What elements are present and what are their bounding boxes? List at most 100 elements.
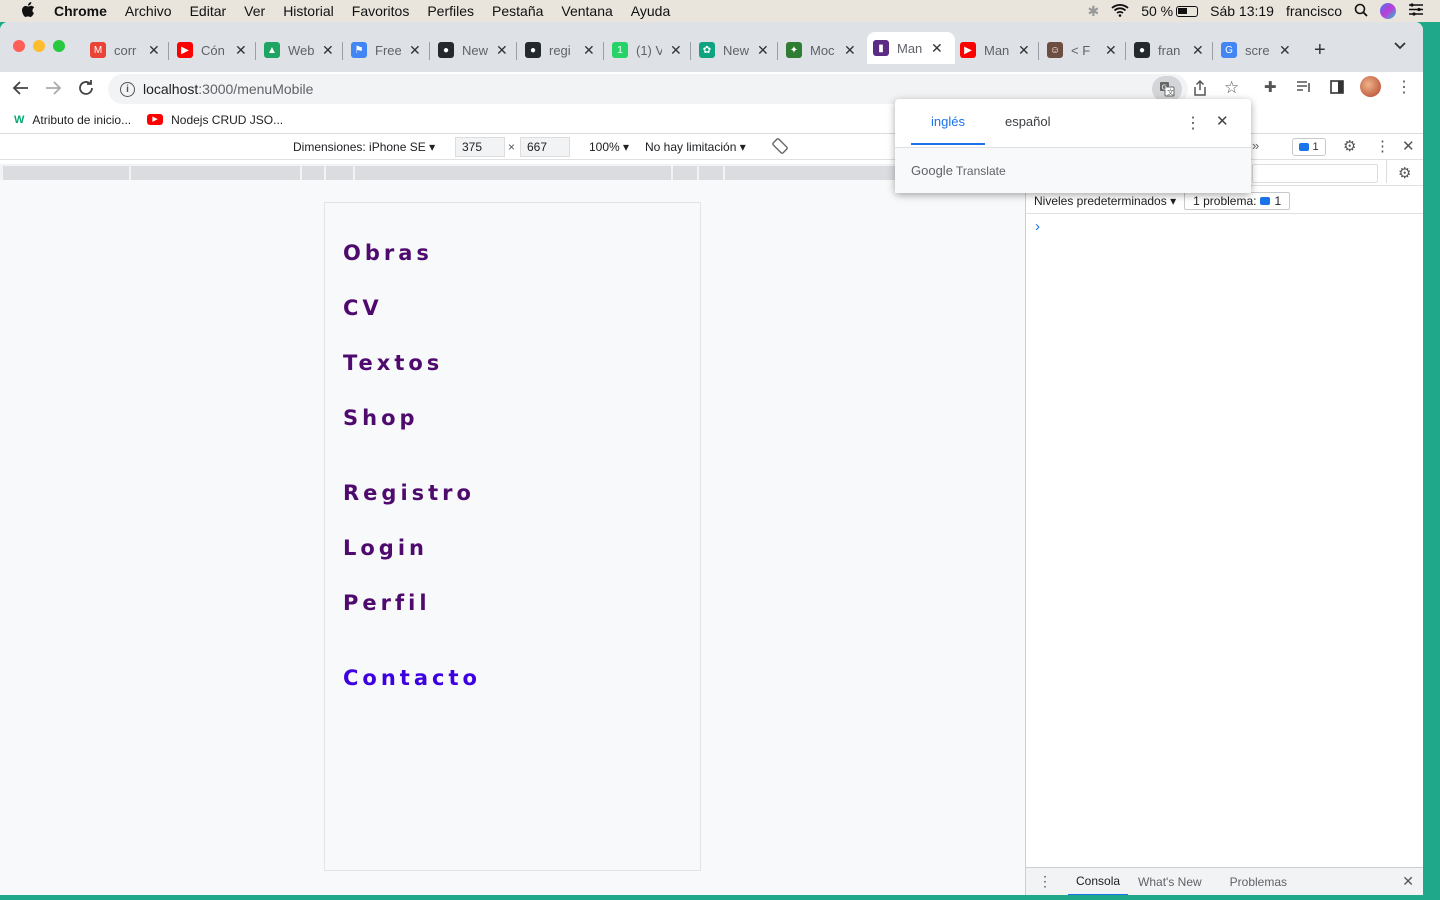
bluetooth-icon[interactable]: ✱ [1087, 3, 1099, 20]
close-window-button[interactable] [13, 40, 25, 52]
menu-perfiles[interactable]: Perfiles [427, 3, 474, 19]
browser-tab[interactable]: ✦ Moc ✕ [780, 36, 860, 64]
zoom-select[interactable]: 100% ▾ [589, 140, 629, 154]
browser-tab[interactable]: Mcorr ✕ [84, 36, 164, 64]
close-tab-icon[interactable]: ✕ [496, 42, 508, 59]
site-info-icon[interactable]: i [120, 81, 135, 97]
close-tab-icon[interactable]: ✕ [409, 42, 421, 59]
nav-link-contacto[interactable]: Contacto [343, 666, 481, 690]
nav-link-registro[interactable]: Registro [343, 481, 475, 505]
close-tab-icon[interactable]: ✕ [931, 40, 943, 57]
close-devtools-icon[interactable]: ✕ [1402, 137, 1415, 155]
drawer-menu-icon[interactable]: ⋮ [1038, 873, 1052, 890]
menu-archivo[interactable]: Archivo [125, 3, 172, 19]
apple-icon[interactable] [18, 1, 38, 21]
control-center-icon[interactable] [1408, 3, 1424, 19]
browser-tab[interactable]: ☺ < F ✕ [1041, 36, 1121, 64]
close-tab-icon[interactable]: ✕ [148, 42, 160, 59]
menu-favoritos[interactable]: Favoritos [352, 3, 410, 19]
settings-gear-icon[interactable]: ⚙ [1343, 137, 1356, 155]
close-drawer-icon[interactable]: ✕ [1402, 873, 1414, 890]
translate-tab-english[interactable]: inglés [911, 107, 985, 145]
nav-link-textos[interactable]: Textos [343, 351, 443, 375]
wifi-icon[interactable] [1111, 3, 1129, 20]
profile-avatar[interactable] [1360, 76, 1381, 97]
width-input[interactable]: 375 [455, 137, 505, 157]
side-panel-icon[interactable] [1330, 80, 1344, 94]
console-prompt[interactable]: › [1035, 218, 1040, 235]
translate-options-icon[interactable]: ⋮ [1185, 113, 1201, 133]
media-query-bar[interactable] [0, 164, 1025, 180]
browser-tab[interactable]: 1 (1) V ✕ [606, 36, 686, 64]
browser-tab[interactable]: ● regi ✕ [519, 36, 599, 64]
throttle-select[interactable]: No hay limitación ▾ [645, 140, 746, 154]
close-tab-icon[interactable]: ✕ [757, 42, 769, 59]
maximize-window-button[interactable] [53, 40, 65, 52]
close-tab-icon[interactable]: ✕ [1018, 42, 1030, 59]
browser-tab[interactable]: Gscre ✕ [1215, 36, 1295, 64]
rotate-icon[interactable] [772, 138, 788, 154]
translate-tab-spanish[interactable]: español [985, 107, 1071, 145]
spotlight-icon[interactable] [1354, 3, 1368, 20]
minimize-window-button[interactable] [33, 40, 45, 52]
device-select[interactable]: Dimensiones: iPhone SE ▾ [293, 140, 435, 154]
reload-icon[interactable] [77, 79, 95, 97]
close-tab-icon[interactable]: ✕ [235, 42, 247, 59]
filter-input[interactable] [1252, 164, 1378, 183]
clock[interactable]: Sáb 13:19 [1210, 3, 1274, 19]
console-settings-icon[interactable]: ⚙ [1398, 164, 1411, 182]
drawer-tab-console[interactable]: Consola [1068, 868, 1129, 895]
browser-tab[interactable]: ▶ Cón ✕ [171, 36, 251, 64]
drive-icon: ▲ [264, 42, 280, 58]
nav-link-shop[interactable]: Shop [343, 406, 419, 430]
problems-button[interactable]: 1 problema: 1 [1184, 191, 1291, 210]
levels-select[interactable]: Niveles predeterminados ▾ [1034, 194, 1176, 208]
new-tab-button[interactable]: + [1314, 39, 1326, 62]
browser-tab[interactable]: ▲ Web ✕ [258, 36, 338, 64]
tab-search-chevron-icon[interactable] [1394, 42, 1406, 50]
close-tab-icon[interactable]: ✕ [583, 42, 595, 59]
close-tab-icon[interactable]: ✕ [1105, 42, 1117, 59]
battery-status[interactable]: 50 % [1141, 3, 1199, 19]
user-name[interactable]: francisco [1286, 3, 1342, 19]
translate-close-icon[interactable]: ✕ [1216, 112, 1229, 130]
close-tab-icon[interactable]: ✕ [322, 42, 334, 59]
nav-link-obras[interactable]: Obras [343, 241, 433, 265]
bookmark-item[interactable]: ▶ Nodejs CRUD JSO... [147, 113, 283, 127]
nav-link-perfil[interactable]: Perfil [343, 591, 431, 615]
nav-link-cv[interactable]: CV [343, 296, 383, 320]
siri-icon[interactable] [1380, 3, 1396, 19]
menu-chrome[interactable]: Chrome [54, 3, 107, 19]
chrome-menu-icon[interactable]: ⋮ [1396, 77, 1412, 97]
issues-badge[interactable]: 1 [1292, 138, 1326, 156]
share-icon[interactable] [1193, 80, 1207, 96]
close-tab-icon[interactable]: ✕ [1192, 42, 1204, 59]
browser-tab[interactable]: ▮ Man ✕ [867, 32, 955, 64]
drawer-tab-problems[interactable]: Problemas [1230, 875, 1287, 889]
reading-list-icon[interactable] [1296, 80, 1312, 94]
back-icon[interactable] [12, 79, 30, 97]
menu-historial[interactable]: Historial [283, 3, 334, 19]
browser-tab[interactable]: ⚑ Free ✕ [345, 36, 425, 64]
close-tab-icon[interactable]: ✕ [1279, 42, 1291, 59]
devtools-menu-icon[interactable]: ⋮ [1375, 137, 1390, 155]
menu-ventana[interactable]: Ventana [561, 3, 612, 19]
browser-tab[interactable]: ● New ✕ [432, 36, 512, 64]
menu-pestana[interactable]: Pestaña [492, 3, 543, 19]
height-input[interactable]: 667 [520, 137, 570, 157]
close-tab-icon[interactable]: ✕ [844, 42, 856, 59]
menu-ver[interactable]: Ver [244, 3, 265, 19]
bookmark-item[interactable]: W Atributo de inicio... [14, 113, 131, 127]
browser-tab[interactable]: ▶ Man ✕ [954, 36, 1034, 64]
extensions-icon[interactable]: ✚ [1264, 78, 1277, 96]
close-tab-icon[interactable]: ✕ [670, 42, 682, 59]
browser-tab[interactable]: ● fran ✕ [1128, 36, 1208, 64]
menu-ayuda[interactable]: Ayuda [631, 3, 670, 19]
drawer-tab-whats-new[interactable]: What's New [1138, 875, 1202, 889]
forward-icon[interactable] [44, 79, 62, 97]
menu-editar[interactable]: Editar [190, 3, 227, 19]
bookmark-star-icon[interactable]: ☆ [1224, 78, 1239, 98]
more-panels-icon[interactable]: » [1252, 138, 1259, 153]
nav-link-login[interactable]: Login [343, 536, 428, 560]
browser-tab[interactable]: ✿ New ✕ [693, 36, 773, 64]
